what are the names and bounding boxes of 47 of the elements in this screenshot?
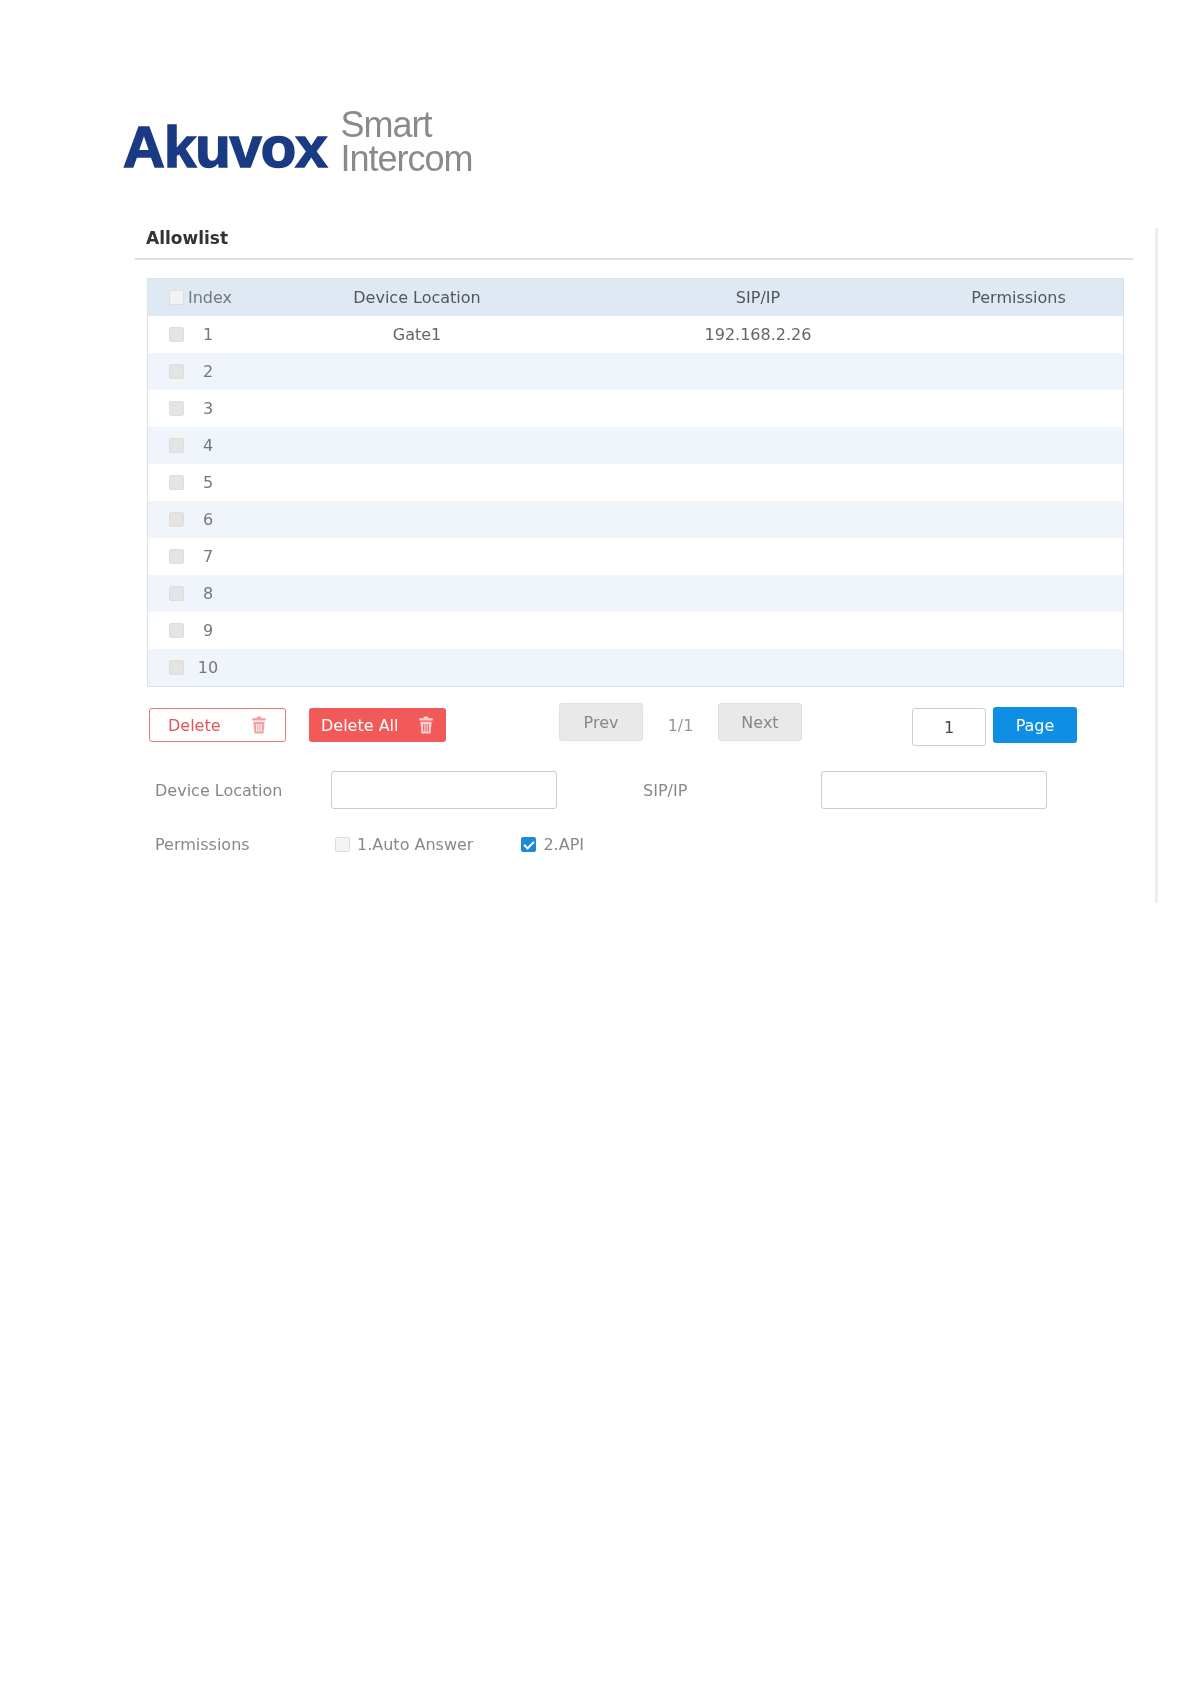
column-header: SIP/IP xyxy=(734,288,782,308)
column-header: Permissions xyxy=(970,288,1067,308)
row-checkbox[interactable] xyxy=(169,549,184,565)
row-checkbox[interactable] xyxy=(169,475,184,491)
index-cell: 7 xyxy=(202,547,214,567)
field-label: Device Location xyxy=(155,780,284,800)
row-checkbox[interactable] xyxy=(169,586,184,602)
prev-button[interactable]: Prev xyxy=(559,703,643,742)
logo-tagline: Smart xyxy=(340,108,434,143)
permission-label: 1.Auto Answer xyxy=(357,834,474,854)
row-checkbox[interactable] xyxy=(169,438,184,454)
row-checkbox[interactable] xyxy=(169,660,184,676)
page-indicator: 1/1 xyxy=(666,715,695,735)
index-cell: 4 xyxy=(202,436,214,456)
table-cell: Gate1 xyxy=(392,325,442,345)
next-button[interactable]: Next xyxy=(718,703,802,742)
trash-icon xyxy=(418,716,434,735)
row-checkbox[interactable] xyxy=(169,401,184,417)
index-cell: 2 xyxy=(202,362,214,382)
index-cell: 1 xyxy=(202,325,214,345)
table-cell: 192.168.2.26 xyxy=(704,325,812,345)
row-checkbox[interactable] xyxy=(169,512,184,528)
index-cell: 8 xyxy=(202,584,214,604)
row-checkbox[interactable] xyxy=(169,623,184,639)
delete-button[interactable]: Delete xyxy=(149,708,286,743)
index-cell: 3 xyxy=(202,399,214,419)
device-location-field[interactable] xyxy=(330,771,558,810)
field-label: SIP/IP xyxy=(643,780,689,800)
field-label: Permissions xyxy=(155,834,251,854)
page-button[interactable]: Page xyxy=(993,707,1077,744)
section-title: Allowlist xyxy=(145,228,230,251)
logo-tagline: Intercom xyxy=(340,142,473,177)
permission-label: 2.API xyxy=(543,834,584,854)
index-cell: 5 xyxy=(202,473,214,493)
column-header: Device Location xyxy=(352,288,482,308)
column-header: Index xyxy=(186,288,232,308)
delete-all-button[interactable]: Delete All xyxy=(309,708,446,743)
trash-icon xyxy=(251,716,267,735)
sip-ip-field[interactable] xyxy=(820,771,1047,810)
row-checkbox[interactable] xyxy=(169,327,184,343)
index-cell: 9 xyxy=(202,621,214,641)
permission-checkbox[interactable] xyxy=(521,836,537,852)
index-cell: 10 xyxy=(197,658,219,678)
index-cell: 6 xyxy=(202,510,214,530)
row-checkbox[interactable] xyxy=(169,364,184,380)
page-field[interactable]: 1 xyxy=(912,708,986,747)
logo-brand: Akuvox xyxy=(123,118,327,177)
